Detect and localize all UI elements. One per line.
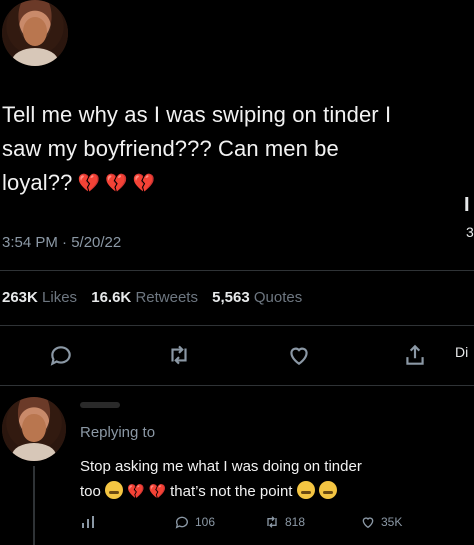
likes-count[interactable]: 263K [2,289,38,306]
broken-heart-icon: 💔 💔 [127,483,166,499]
analytics-icon [82,516,94,528]
tweet-text: Tell me why as I was swiping on tinder I… [2,98,472,200]
reply-text-line: too 💔 💔 that’s not the point [80,479,470,504]
like-icon [290,347,308,365]
avatar-face [23,17,47,47]
tweet-text-fragment: loyal?? [2,170,73,195]
reply-replies-count: 106 [195,515,216,529]
like-icon [362,517,374,529]
tweet-text-line: loyal?? 💔 💔 💔 [2,166,472,200]
edge-fragment-bar: I [464,194,470,216]
share-button[interactable] [402,342,428,368]
divider [0,325,474,326]
tweet-timestamp: 3:54 PM · 5/20/22 [2,234,122,251]
weary-face-icon [296,481,315,499]
edge-fragment-text: Di [455,344,469,360]
quotes-label[interactable]: Quotes [254,289,302,306]
reply-reply-button[interactable]: 106 [174,514,215,530]
grimacing-face-icon [318,481,337,499]
divider [0,270,474,271]
avatar[interactable] [2,0,68,66]
avatar-shirt [11,443,57,461]
reply-icon [175,516,188,529]
reply-analytics-button[interactable] [80,514,96,530]
retweet-icon [267,516,277,528]
reply-button[interactable] [48,342,74,368]
broken-heart-icon: 💔 💔 💔 [72,173,156,193]
reply-like-button[interactable]: 35K [360,514,402,530]
reply-likes-count: 35K [381,515,403,529]
quotes-count[interactable]: 5,563 [212,289,250,306]
reply-retweets-count: 818 [285,515,306,529]
tweet-stats: 263K Likes 16.6K Retweets 5,563 Quotes [2,289,312,306]
reply-author-name-blurred[interactable] [80,402,120,408]
replying-to-label: Replying to [80,424,156,441]
retweet-icon [171,345,187,365]
tweet-text-line: Tell me why as I was swiping on tinder I [2,102,392,127]
reply-icon [50,346,71,366]
thread-line [33,466,35,545]
edge-fragment-text: 3 [466,224,474,240]
reply-text: Stop asking me what I was doing on tinde… [80,455,470,504]
avatar-face [22,413,46,442]
retweets-label[interactable]: Retweets [135,289,198,306]
weary-face-icon [105,481,124,499]
retweet-button[interactable] [166,342,192,368]
like-button[interactable] [286,342,312,368]
tweet-text-line: saw my boyfriend??? Can men be [2,136,339,161]
reply-avatar[interactable] [2,397,66,461]
retweets-count[interactable]: 16.6K [91,289,131,306]
share-icon [406,344,424,365]
reply-text-line: Stop asking me what I was doing on tinde… [80,458,362,475]
reply-retweet-button[interactable]: 818 [264,514,305,530]
reply-text-fragment: that’s not the point [170,483,293,500]
likes-label[interactable]: Likes [42,289,77,306]
divider [0,385,474,386]
reply-text-fragment: too [80,483,101,500]
